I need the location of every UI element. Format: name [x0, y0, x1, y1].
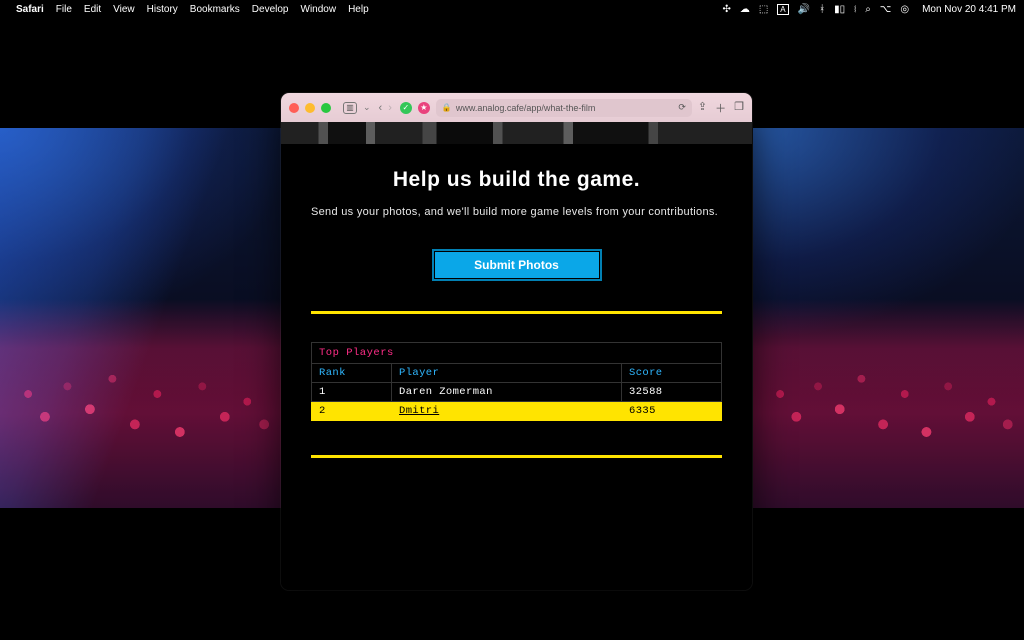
menu-develop[interactable]: Develop: [252, 4, 289, 15]
status-bluetooth-icon[interactable]: ᚼ: [819, 4, 825, 15]
safari-window: ▥ ⌄ ‹ › ✓ ★ 🔒 www.analog.cafe/app/what-t…: [281, 93, 752, 590]
cell-score: 6335: [622, 401, 722, 420]
page-title: Help us build the game.: [311, 168, 722, 192]
table-row: 2 Dmitri 6335: [312, 401, 722, 420]
col-header-rank: Rank: [312, 363, 392, 382]
window-traffic-lights: [289, 103, 331, 113]
menu-bookmarks[interactable]: Bookmarks: [190, 4, 240, 15]
cell-score: 32588: [622, 382, 722, 401]
status-control-center-icon[interactable]: ⌥: [880, 4, 892, 15]
menu-file[interactable]: File: [56, 4, 72, 15]
top-players-board: Top Players Rank Player Score 1Daren Zom…: [311, 342, 722, 421]
status-compass-icon[interactable]: ✣: [722, 4, 730, 15]
status-wifi-icon[interactable]: ⧙: [854, 4, 856, 15]
tab-overview-icon[interactable]: ❐: [734, 100, 744, 116]
share-icon[interactable]: ⇪: [698, 100, 707, 116]
cell-rank: 2: [312, 401, 392, 420]
page-subtitle: Send us your photos, and we'll build mor…: [311, 204, 722, 221]
menu-view[interactable]: View: [113, 4, 135, 15]
cell-player: Dmitri: [392, 401, 622, 420]
table-row: 1Daren Zomerman32588: [312, 382, 722, 401]
submit-photos-button[interactable]: Submit Photos: [432, 249, 602, 281]
desktop-wallpaper-left: [0, 128, 281, 508]
menubar-clock[interactable]: Mon Nov 20 4:41 PM: [922, 4, 1016, 15]
macos-menubar: Safari File Edit View History Bookmarks …: [0, 0, 1024, 18]
tabgroup-dropdown-icon[interactable]: ⌄: [363, 102, 371, 113]
menubar-app-name[interactable]: Safari: [16, 4, 44, 15]
cell-player: Daren Zomerman: [392, 382, 622, 401]
col-header-score: Score: [622, 363, 722, 382]
reload-icon[interactable]: ⟳: [678, 102, 686, 113]
extension-pink-icon[interactable]: ★: [418, 102, 430, 114]
desktop-wallpaper-right: [753, 128, 1024, 508]
address-bar-text: www.analog.cafe/app/what-the-film: [456, 103, 596, 113]
menu-help[interactable]: Help: [348, 4, 369, 15]
status-siri-icon[interactable]: ◎: [900, 4, 909, 15]
player-link[interactable]: Dmitri: [399, 405, 439, 417]
webpage-viewport: Help us build the game. Send us your pho…: [281, 122, 752, 590]
window-close-button[interactable]: [289, 103, 299, 113]
sidebar-toggle-icon[interactable]: ▥: [343, 102, 357, 114]
window-zoom-button[interactable]: [321, 103, 331, 113]
status-spotlight-icon[interactable]: ⌕: [865, 4, 871, 15]
col-header-player: Player: [392, 363, 622, 382]
window-minimize-button[interactable]: [305, 103, 315, 113]
section-divider-bottom: [311, 455, 722, 458]
status-cloud-icon[interactable]: ☁: [740, 4, 750, 15]
cell-rank: 1: [312, 382, 392, 401]
status-volume-icon[interactable]: 🔊: [798, 4, 810, 15]
section-divider-top: [311, 311, 722, 314]
new-tab-icon[interactable]: ＋: [715, 100, 726, 116]
status-input-source-icon[interactable]: A: [777, 4, 788, 15]
board-caption: Top Players: [311, 342, 722, 363]
menu-window[interactable]: Window: [301, 4, 337, 15]
safari-toolbar: ▥ ⌄ ‹ › ✓ ★ 🔒 www.analog.cafe/app/what-t…: [281, 93, 752, 122]
nav-back-button[interactable]: ‹: [377, 102, 385, 114]
menu-edit[interactable]: Edit: [84, 4, 101, 15]
menu-history[interactable]: History: [147, 4, 178, 15]
address-bar[interactable]: 🔒 www.analog.cafe/app/what-the-film ⟳: [436, 99, 692, 117]
extension-green-icon[interactable]: ✓: [400, 102, 412, 114]
nav-forward-button[interactable]: ›: [386, 102, 394, 114]
status-dropbox-icon[interactable]: ⬚: [759, 4, 768, 15]
lock-icon: 🔒: [442, 103, 452, 112]
hero-image-strip: [281, 122, 752, 144]
status-battery-icon[interactable]: ▮▯: [834, 4, 845, 15]
